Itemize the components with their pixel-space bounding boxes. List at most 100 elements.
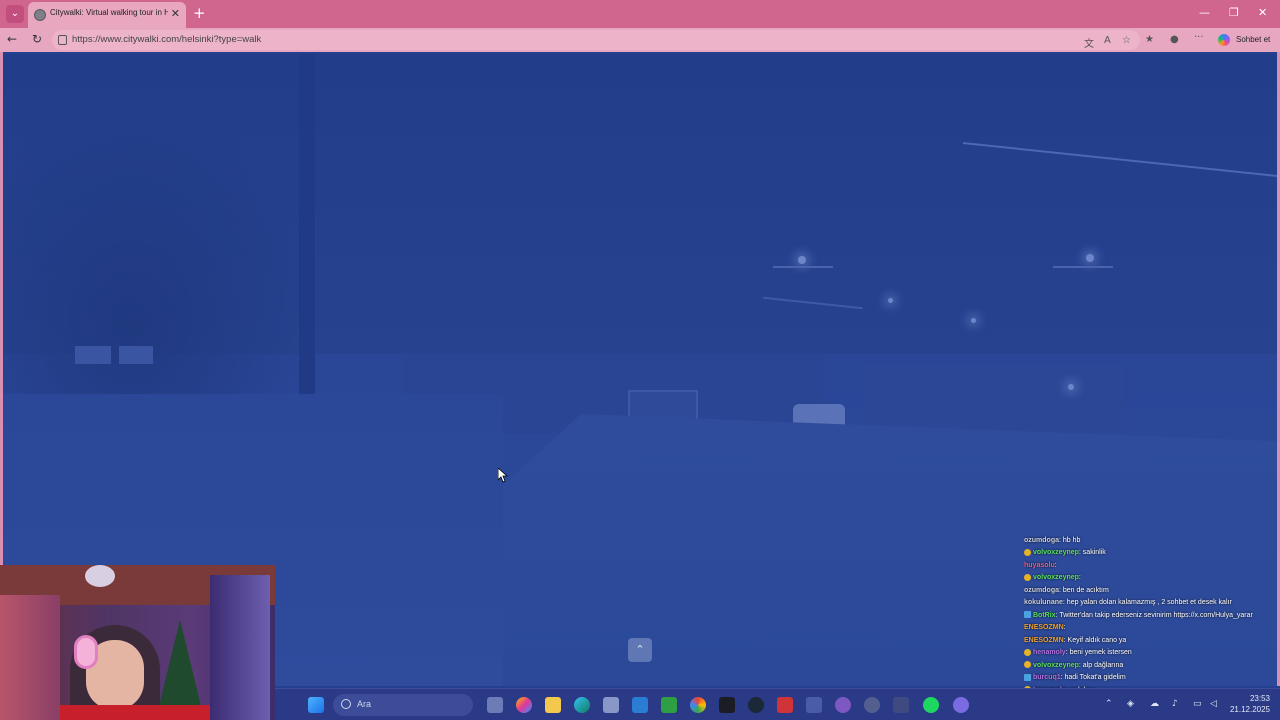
lamp-arm [1053, 266, 1113, 268]
headphones [74, 635, 98, 669]
scroll-up-button[interactable]: ⌃ [628, 638, 652, 662]
chat-message: ENESOZMN: [1024, 622, 1278, 635]
site-favicon-icon [34, 9, 46, 21]
chat-message: volvoxzeynep: alp dağlarına [1024, 660, 1278, 673]
taskbar-clock[interactable]: 23:53 21.12.2025 [1230, 693, 1270, 715]
search-icon [341, 699, 351, 709]
url-text[interactable]: https://www.citywalki.com/helsinki?type=… [72, 34, 261, 45]
restore-button[interactable]: ❐ [1229, 6, 1239, 19]
chat-text: : hadi Tokat'a gidelim [1060, 674, 1126, 681]
chat-text: : beni yemek istersen [1065, 649, 1132, 656]
chat-text: : hep yalan dolan kalamazmış , 2 sohbet … [1062, 599, 1232, 606]
chat-username: volvoxzeynep [1033, 549, 1079, 556]
road-sign [119, 346, 153, 364]
street-light [1086, 254, 1094, 262]
chat-message: ozumdoga: hb hb [1024, 535, 1278, 548]
chat-text: : ben de acıktım [1059, 586, 1109, 594]
closet [210, 575, 270, 720]
webcam-overlay [0, 565, 275, 720]
discord-icon[interactable] [953, 697, 969, 713]
chat-username: ENESOZMN [1024, 636, 1064, 644]
chat-message: burcuq1: hadi Tokat'a gidelim [1024, 672, 1278, 685]
chat-message: volvoxzeynep: sakinlik [1024, 547, 1278, 560]
network-icon[interactable]: ▭ [1193, 699, 1202, 709]
tab-list-button[interactable]: ⌄ [6, 5, 24, 23]
read-aloud-icon[interactable]: A [1104, 35, 1111, 46]
copilot-app-icon[interactable] [516, 697, 532, 713]
chat-username: BotRix [1033, 611, 1056, 619]
more-options-icon[interactable]: ··· [1194, 32, 1204, 43]
volume-icon[interactable]: ◁ [1210, 699, 1217, 709]
chat-message: henamoly: beni yemek istersen [1024, 647, 1278, 660]
lamp-arm [773, 266, 833, 268]
favorites-icon[interactable]: ★ [1145, 34, 1154, 45]
translate-icon[interactable]: 文 [1084, 35, 1094, 50]
epic-games-icon[interactable] [719, 697, 735, 713]
edge-icon[interactable] [574, 697, 590, 713]
clock-date: 21.12.2025 [1229, 705, 1270, 714]
window-curtain [0, 595, 60, 720]
chat-message: ozumdoga: ben de acıktım [1024, 585, 1278, 598]
street-light [1068, 384, 1074, 390]
chat-text: : hb hb [1059, 536, 1081, 544]
chat-username: ENESOZMN [1024, 624, 1064, 631]
start-icon[interactable] [308, 697, 324, 713]
street-light [888, 298, 893, 303]
tray-app-icon[interactable]: ◈ [1127, 699, 1134, 709]
new-tab-button[interactable]: + [193, 4, 206, 22]
chat-username: volvoxzeynep [1033, 661, 1079, 669]
windows-taskbar: Ara ⌃ ◈ ☁ ♪ ▭ ◁ 23:53 21.12.2025 [275, 688, 1280, 720]
active-tab[interactable]: Citywalki: Virtual walking tour in Helsi… [28, 2, 186, 28]
chat-text: : alp dağlarına [1078, 661, 1124, 669]
app-icon[interactable] [893, 697, 909, 713]
chat-username: huyasolu [1024, 561, 1055, 569]
steam-icon[interactable] [748, 697, 764, 713]
chat-username: burcuq1 [1033, 674, 1061, 681]
refresh-button[interactable]: ↻ [32, 32, 42, 46]
street-light [971, 318, 976, 323]
task-view-icon[interactable] [487, 697, 503, 713]
chat-username: ozumdoga [1024, 536, 1059, 544]
taskbar-search[interactable]: Ara [333, 694, 473, 716]
outlook-icon[interactable] [632, 697, 648, 713]
app-red-icon[interactable] [777, 697, 793, 713]
site-info-icon[interactable] [58, 35, 67, 45]
chat-message: kokulunane: hep yalan dolan kalamazmış ,… [1024, 597, 1278, 610]
chat-badge-icon [1024, 611, 1031, 619]
tab-title: Citywalki: Virtual walking tour in Helsi… [50, 8, 168, 17]
chat-button[interactable]: Sohbet et [1236, 35, 1270, 44]
chat-badge-icon [1024, 661, 1031, 669]
store-icon[interactable] [603, 697, 619, 713]
chat-badge-icon [1024, 673, 1031, 681]
chat-message: BotRix: Twitter'dan takip ederseniz sevi… [1024, 610, 1278, 623]
chat-badge-icon [1024, 548, 1031, 556]
minimize-button[interactable]: — [1199, 6, 1210, 19]
chat-username: volvoxzeynep [1033, 574, 1079, 581]
app-icon[interactable] [806, 697, 822, 713]
back-button[interactable]: ← [7, 32, 17, 46]
chat-username: ozumdoga [1024, 586, 1059, 594]
copilot-icon[interactable] [1218, 34, 1230, 46]
chat-badge-icon [1024, 573, 1031, 581]
microphone-icon[interactable]: ♪ [1172, 699, 1178, 709]
chrome-icon[interactable] [690, 697, 706, 713]
christmas-tree [158, 620, 202, 710]
tray-cloud-icon[interactable]: ☁ [1150, 699, 1159, 709]
tab-close-icon[interactable]: ✕ [171, 7, 180, 20]
app-icon[interactable] [864, 697, 880, 713]
favorite-star-icon[interactable]: ☆ [1122, 35, 1131, 46]
mouse-cursor-icon [498, 468, 508, 483]
close-window-button[interactable]: ✕ [1258, 6, 1267, 19]
chat-badge-icon [1024, 648, 1031, 656]
chat-username: kokulunane [1024, 599, 1063, 606]
tray-chevron-icon[interactable]: ⌃ [1105, 699, 1113, 709]
navigation-bar: ← ↻ https://www.citywalki.com/helsinki?t… [0, 28, 1280, 52]
xbox-icon[interactable] [661, 697, 677, 713]
spotify-icon[interactable] [923, 697, 939, 713]
media-player-icon[interactable] [835, 697, 851, 713]
file-explorer-icon[interactable] [545, 697, 561, 713]
chat-message: huyasolu: [1024, 560, 1278, 573]
profile-icon[interactable]: ● [1170, 34, 1179, 45]
address-bar[interactable]: https://www.citywalki.com/helsinki?type=… [52, 30, 1140, 50]
street-light [798, 256, 806, 264]
